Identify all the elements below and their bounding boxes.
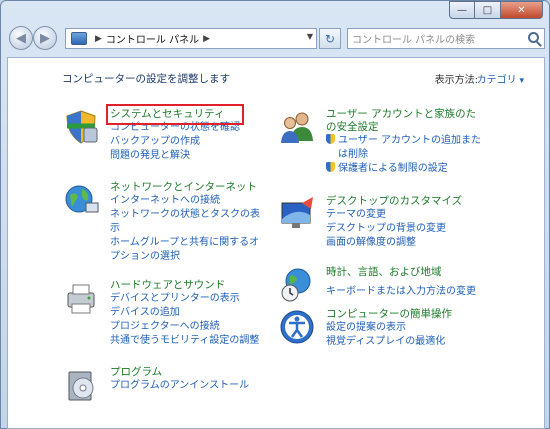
address-dropdown-icon[interactable]: ▼ <box>307 32 313 41</box>
add-remove-user-link-cont[interactable]: は削除 <box>326 148 481 162</box>
parental-controls-link[interactable]: 保護者による制限の設定 <box>326 162 481 176</box>
minimize-button[interactable]: — <box>449 1 475 19</box>
breadcrumb-chevron-icon[interactable]: ▶ <box>95 34 102 44</box>
forward-arrow-icon: ▶ <box>40 30 50 46</box>
back-arrow-icon: ◀ <box>16 30 26 46</box>
network-status-link[interactable]: ネットワークの状態とタスクの表 <box>110 208 260 222</box>
add-remove-user-link[interactable]: ユーザー アカウントの追加また <box>326 134 481 148</box>
programs-icon <box>68 371 94 401</box>
appearance-link[interactable]: デスクトップのカスタマイズ <box>326 195 462 208</box>
change-keyboard-link[interactable]: キーボードまたは入力方法の変更 <box>326 285 476 299</box>
uac-shield-icon <box>326 162 335 172</box>
refresh-button[interactable]: ↻ <box>319 28 341 49</box>
display-icon <box>281 197 313 228</box>
change-theme-link[interactable]: テーマの変更 <box>326 208 462 222</box>
control-panel-icon <box>71 32 87 45</box>
adjust-resolution-link[interactable]: 画面の解像度の調整 <box>326 236 462 250</box>
caption-buttons: — □ ✕ <box>449 1 543 19</box>
parental-controls-text[interactable]: 保護者による制限の設定 <box>338 163 448 174</box>
page-title: コンピューターの設定を調整します <box>62 73 230 85</box>
ease-of-access-icon <box>280 310 314 344</box>
uac-shield-icon <box>326 134 335 144</box>
view-by-dropdown[interactable]: カテゴリ <box>477 71 524 86</box>
close-button[interactable]: ✕ <box>501 1 543 19</box>
control-panel-window: — □ ✕ ◀ ▶ ▶ コントロール パネル ▶ ▼ ↻ コントロール パネルの… <box>0 0 550 429</box>
printer-icon <box>67 284 95 314</box>
search-icon[interactable] <box>528 32 539 43</box>
change-background-link[interactable]: デスクトップの背景の変更 <box>326 222 462 236</box>
refresh-icon: ↻ <box>324 31 336 46</box>
connect-projector-link[interactable]: プロジェクターへの接続 <box>110 320 259 334</box>
add-device-link[interactable]: デバイスの追加 <box>110 306 259 320</box>
homegroup-link-cont[interactable]: プションの選択 <box>110 250 260 264</box>
address-bar[interactable]: ▶ コントロール パネル ▶ ▼ <box>65 28 317 49</box>
create-backup-link[interactable]: バックアップの作成 <box>110 135 240 149</box>
view-by-label: 表示方法: <box>434 75 478 86</box>
ease-of-access-link[interactable]: コンピューターの簡単操作 <box>326 308 452 321</box>
clock-region-link[interactable]: 時計、言語、および地域 <box>326 266 476 279</box>
suggestions-link[interactable]: 設定の提案の表示 <box>326 321 452 335</box>
network-status-link-cont[interactable]: 示 <box>110 222 260 236</box>
system-security-link[interactable]: システムとセキュリティ <box>106 104 244 125</box>
add-remove-user-text[interactable]: ユーザー アカウントの追加また <box>338 135 481 146</box>
user-accounts-link[interactable]: ユーザー アカウントと家族のた <box>326 108 481 121</box>
users-icon <box>281 112 313 143</box>
network-globe-icon <box>65 185 99 213</box>
back-button[interactable]: ◀ <box>9 26 33 50</box>
content-pane: コンピューターの設定を調整します 表示方法: カテゴリ システムとセキュリティ … <box>7 57 545 429</box>
search-input[interactable]: コントロール パネルの検索 <box>347 28 545 49</box>
forward-button[interactable]: ▶ <box>33 26 57 50</box>
programs-link[interactable]: プログラム <box>110 366 249 379</box>
breadcrumb-chevron-icon[interactable]: ▶ <box>203 34 210 44</box>
homegroup-link[interactable]: ホームグループと共有に関するオ <box>110 236 260 250</box>
optimize-display-link[interactable]: 視覚ディスプレイの最適化 <box>326 335 452 349</box>
globe-clock-icon <box>281 268 311 302</box>
connect-internet-link[interactable]: インターネットへの接続 <box>110 194 260 208</box>
network-internet-link[interactable]: ネットワークとインターネット <box>110 181 260 194</box>
uninstall-program-link[interactable]: プログラムのアンインストール <box>110 379 249 393</box>
search-placeholder: コントロール パネルの検索 <box>352 35 476 46</box>
mobility-settings-link[interactable]: 共通で使うモビリティ設定の調整 <box>110 334 259 348</box>
hardware-sound-link[interactable]: ハードウェアとサウンド <box>110 279 259 292</box>
maximize-button[interactable]: □ <box>475 1 501 19</box>
devices-printers-link[interactable]: デバイスとプリンターの表示 <box>110 292 259 306</box>
check-status-link[interactable]: コンピューターの状態を確認 <box>110 121 240 135</box>
shield-icon <box>66 110 98 144</box>
troubleshoot-link[interactable]: 問題の発見と解決 <box>110 149 240 163</box>
user-accounts-link-cont[interactable]: の安全設定 <box>326 121 481 134</box>
breadcrumb-control-panel[interactable]: コントロール パネル <box>106 31 199 46</box>
navigation-bar: ◀ ▶ ▶ コントロール パネル ▶ ▼ ↻ コントロール パネルの検索 <box>7 23 545 53</box>
